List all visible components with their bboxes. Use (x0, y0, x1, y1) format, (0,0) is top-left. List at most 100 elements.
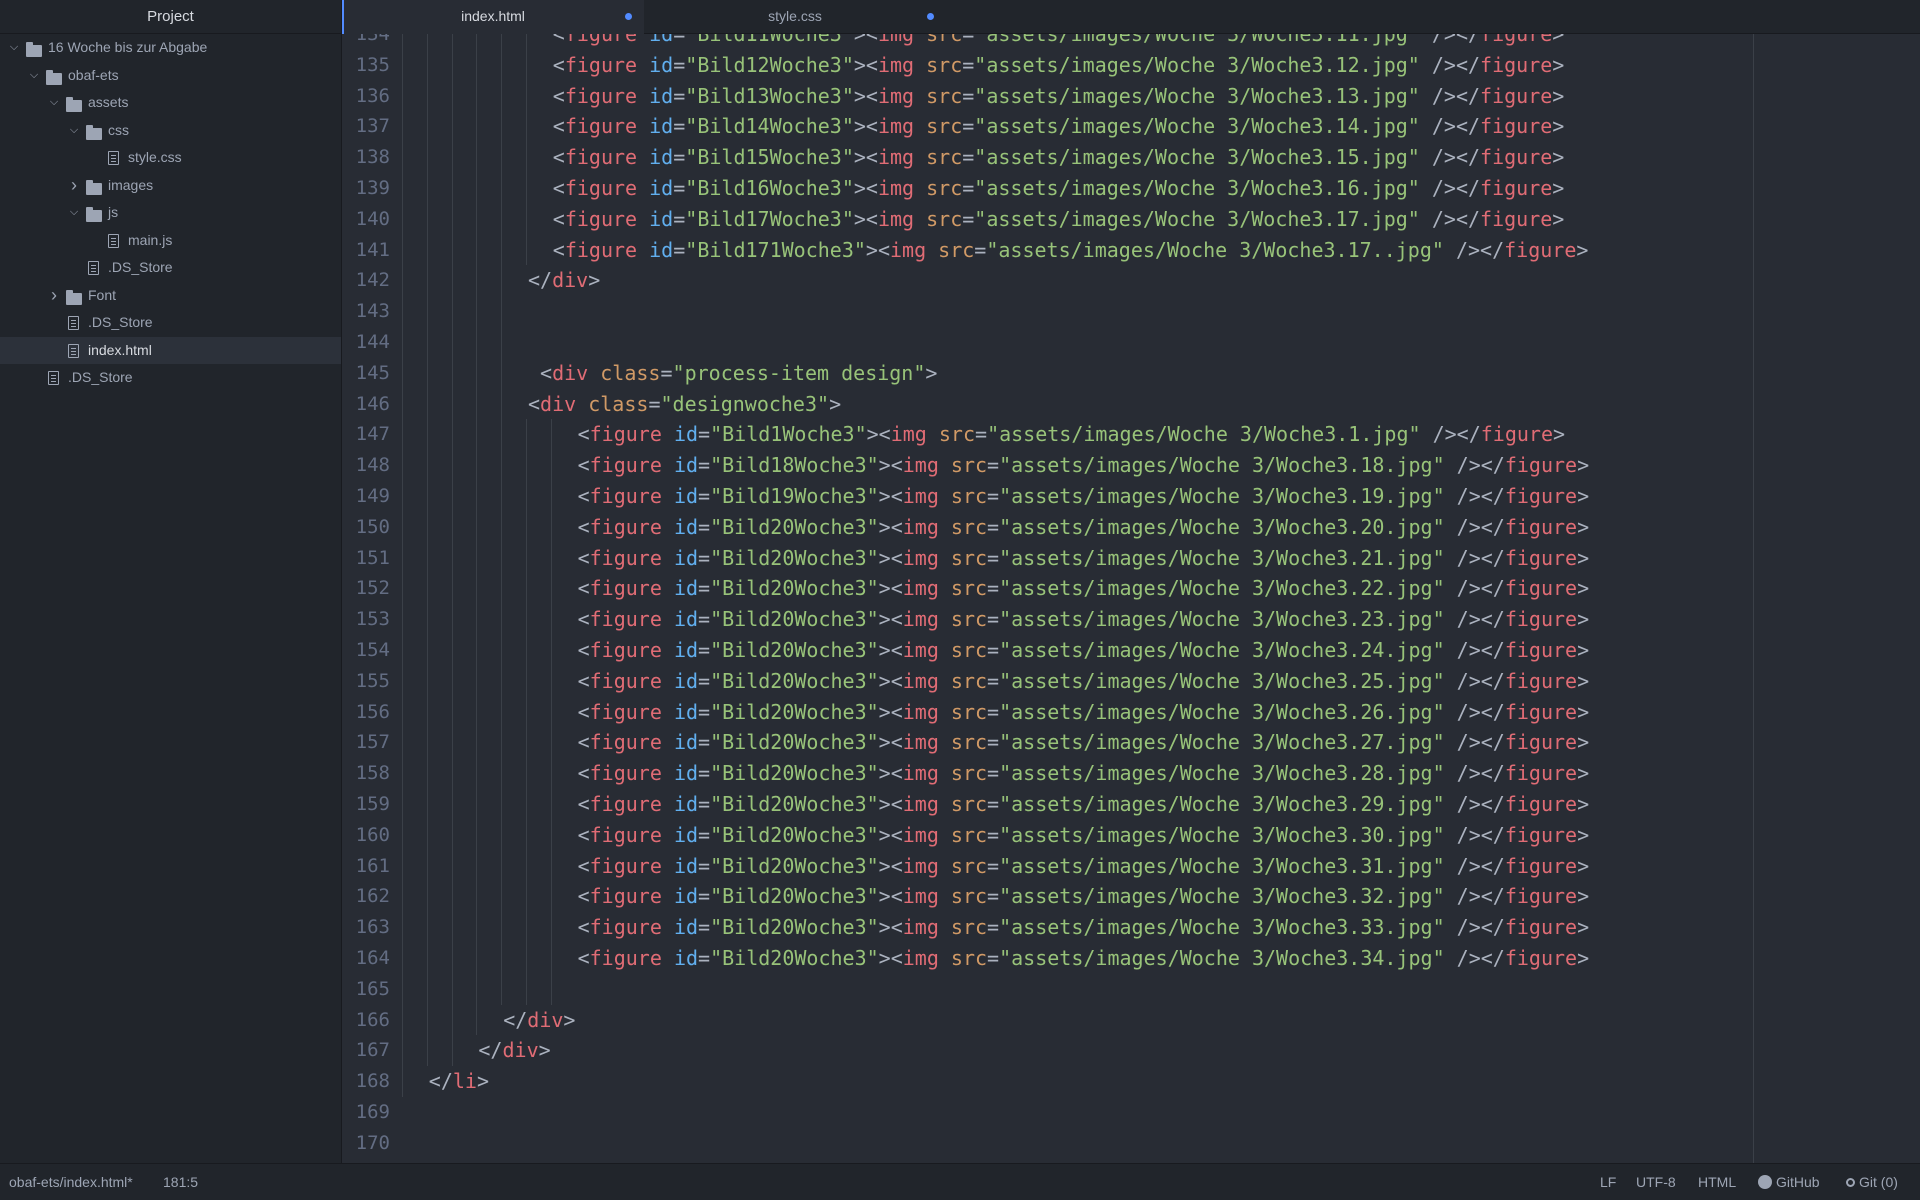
chevron-down-icon[interactable]: ⌵ (27, 62, 41, 90)
code-line[interactable]: 159 <figure id="Bild20Woche3"><img src="a… (342, 788, 1920, 820)
line-number[interactable]: 154 (342, 635, 390, 666)
line-number[interactable]: 155 (342, 666, 390, 697)
tab-index-html[interactable]: index.html (342, 0, 644, 34)
status-cursor-position[interactable]: 181:5 (163, 1164, 198, 1200)
tree-file[interactable]: style.css (0, 144, 341, 172)
code-line[interactable]: 140 <figure id="Bild17Woche3"><img src="a… (342, 203, 1920, 235)
chevron-down-icon[interactable]: ⌵ (47, 89, 61, 117)
code-line[interactable]: 137 <figure id="Bild14Woche3"><img src="a… (342, 111, 1920, 143)
code-line[interactable]: 154 <figure id="Bild20Woche3"><img src="a… (342, 634, 1920, 666)
tree-file[interactable]: index.html (0, 336, 341, 364)
tree-folder[interactable]: ⌵ js (0, 199, 341, 227)
tree-folder[interactable]: ⌵ assets (0, 89, 341, 117)
line-number[interactable]: 152 (342, 573, 390, 604)
tree-folder[interactable]: ⌵ css (0, 117, 341, 145)
line-number[interactable]: 162 (342, 881, 390, 912)
code-line[interactable]: 160 <figure id="Bild20Woche3"><img src="a… (342, 819, 1920, 851)
code-line[interactable]: 166 </div> (342, 1004, 1920, 1036)
line-number[interactable]: 143 (342, 296, 390, 327)
line-number[interactable]: 163 (342, 912, 390, 943)
tree-file[interactable]: .DS_Store (0, 364, 341, 392)
code-line[interactable]: 141 <figure id="Bild171Woche3"><img src="… (342, 234, 1920, 266)
code-line[interactable]: 151 <figure id="Bild20Woche3"><img src="a… (342, 542, 1920, 574)
code-line[interactable]: 136 <figure id="Bild13Woche3"><img src="a… (342, 80, 1920, 112)
line-number[interactable]: 164 (342, 943, 390, 974)
tree-folder[interactable]: ⌵ obaf-ets (0, 62, 341, 90)
status-git[interactable]: Git (0) (1846, 1164, 1898, 1200)
line-number[interactable]: 150 (342, 512, 390, 543)
modified-dot-icon[interactable] (927, 13, 934, 20)
code-line[interactable]: 149 <figure id="Bild19Woche3"><img src="a… (342, 480, 1920, 512)
line-number[interactable]: 161 (342, 851, 390, 882)
code-line[interactable]: 162 <figure id="Bild20Woche3"><img src="a… (342, 881, 1920, 913)
line-number[interactable]: 148 (342, 450, 390, 481)
line-number[interactable]: 168 (342, 1066, 390, 1097)
code-line[interactable]: 169 (342, 1097, 1920, 1128)
tree-file[interactable]: .DS_Store (0, 254, 341, 282)
code-line[interactable]: 146 <div class="designwoche3"> (342, 388, 1920, 420)
line-number[interactable]: 151 (342, 543, 390, 574)
code-line[interactable]: 147 <figure id="Bild1Woche3"><img src="as… (342, 419, 1920, 451)
line-number[interactable]: 160 (342, 820, 390, 851)
code-line[interactable]: 152 <figure id="Bild20Woche3"><img src="a… (342, 573, 1920, 605)
code-line[interactable]: 170 (342, 1128, 1920, 1159)
line-number[interactable]: 158 (342, 758, 390, 789)
status-file-path[interactable]: obaf-ets/index.html* (9, 1164, 133, 1200)
code-editor[interactable]: 134 <figure id="Bild11Woche3"><img src="a… (342, 34, 1920, 1164)
code-line[interactable]: 142 </div> (342, 265, 1920, 297)
line-number[interactable]: 153 (342, 604, 390, 635)
chevron-down-icon[interactable]: ⌵ (67, 117, 81, 145)
line-number[interactable]: 139 (342, 173, 390, 204)
chevron-down-icon[interactable]: ⌵ (67, 199, 81, 227)
tab-style-css[interactable]: style.css (644, 0, 946, 33)
line-number[interactable]: 167 (342, 1035, 390, 1066)
code-line[interactable]: 143 (342, 296, 1920, 327)
tree-folder[interactable]: › Font (0, 282, 341, 310)
tree-file[interactable]: .DS_Store (0, 309, 341, 337)
code-line[interactable]: 167 </div> (342, 1035, 1920, 1067)
code-line[interactable]: 148 <figure id="Bild18Woche3"><img src="a… (342, 450, 1920, 481)
chevron-right-icon[interactable]: › (67, 172, 81, 200)
code-line[interactable]: 150 <figure id="Bild20Woche3"><img src="a… (342, 511, 1920, 543)
code-line[interactable]: 163 <figure id="Bild20Woche3"><img src="a… (342, 912, 1920, 943)
line-number[interactable]: 165 (342, 974, 390, 1005)
code-line[interactable]: 156 <figure id="Bild20Woche3"><img src="a… (342, 696, 1920, 728)
line-number[interactable]: 134 (342, 34, 390, 50)
line-number[interactable]: 149 (342, 481, 390, 512)
modified-dot-icon[interactable] (625, 13, 632, 20)
chevron-down-icon[interactable]: ⌵ (7, 34, 21, 62)
line-number[interactable]: 169 (342, 1097, 390, 1128)
code-line[interactable]: 165 (342, 973, 1920, 1005)
line-number[interactable]: 157 (342, 727, 390, 758)
line-number[interactable]: 147 (342, 419, 390, 450)
line-number[interactable]: 156 (342, 697, 390, 728)
line-number[interactable]: 144 (342, 327, 390, 358)
status-grammar[interactable]: HTML (1698, 1164, 1736, 1200)
code-line[interactable]: 144 (342, 326, 1920, 358)
code-line[interactable]: 134 <figure id="Bild11Woche3"><img src="a… (342, 34, 1920, 50)
line-number[interactable]: 136 (342, 81, 390, 112)
code-line[interactable]: 161 <figure id="Bild20Woche3"><img src="a… (342, 850, 1920, 882)
line-number[interactable]: 145 (342, 358, 390, 389)
code-line[interactable]: 157 <figure id="Bild20Woche3"><img src="a… (342, 727, 1920, 759)
tree-folder[interactable]: › images (0, 172, 341, 200)
line-number[interactable]: 159 (342, 789, 390, 820)
code-line[interactable]: 158 <figure id="Bild20Woche3"><img src="a… (342, 758, 1920, 789)
code-line[interactable]: 139 <figure id="Bild16Woche3"><img src="a… (342, 172, 1920, 204)
chevron-right-icon[interactable]: › (47, 282, 61, 310)
status-github[interactable]: GitHub (1758, 1164, 1820, 1200)
code-line[interactable]: 168 </li> (342, 1066, 1920, 1097)
status-line-ending[interactable]: LF (1600, 1164, 1616, 1200)
line-number[interactable]: 166 (342, 1005, 390, 1036)
tree-folder[interactable]: ⌵ 16 Woche bis zur Abgabe (0, 34, 341, 62)
code-line[interactable]: 138 <figure id="Bild15Woche3"><img src="a… (342, 142, 1920, 173)
line-number[interactable]: 140 (342, 204, 390, 235)
code-line[interactable]: 155 <figure id="Bild20Woche3"><img src="a… (342, 665, 1920, 697)
line-number[interactable]: 141 (342, 235, 390, 266)
code-line[interactable]: 135 <figure id="Bild12Woche3"><img src="a… (342, 49, 1920, 81)
line-number[interactable]: 170 (342, 1128, 390, 1159)
code-line[interactable]: 164 <figure id="Bild20Woche3"><img src="a… (342, 942, 1920, 974)
code-line[interactable]: 153 <figure id="Bild20Woche3"><img src="a… (342, 604, 1920, 635)
line-number[interactable]: 146 (342, 389, 390, 420)
line-number[interactable]: 135 (342, 50, 390, 81)
